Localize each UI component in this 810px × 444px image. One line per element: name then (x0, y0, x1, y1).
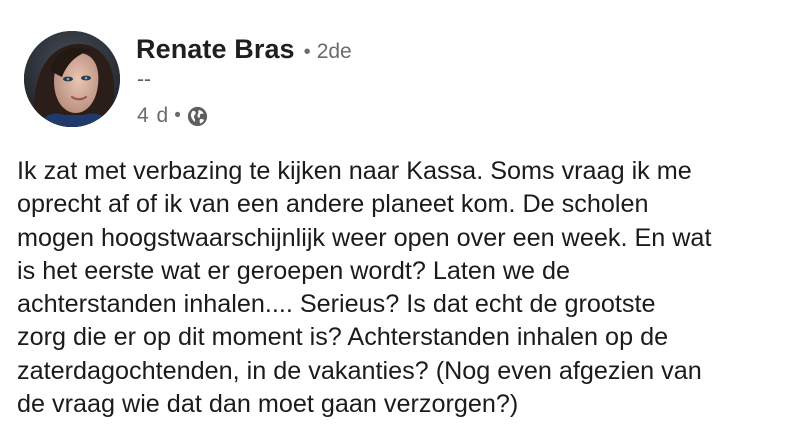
author-name[interactable]: Renate Bras (136, 34, 295, 65)
profile-photo (24, 31, 120, 127)
separator-dot: • (303, 41, 311, 63)
post-timestamp: 4 d (137, 104, 170, 127)
separator-dot: • (174, 105, 181, 126)
post-body: Ik zat met verbazing te kijken naar Kass… (17, 157, 712, 419)
avatar[interactable] (24, 31, 120, 127)
globe-icon (187, 106, 208, 127)
connection-degree: 2de (316, 40, 352, 63)
post-meta: 4 d • (137, 102, 208, 130)
author-headline: -- (137, 68, 151, 91)
feed-post: Renate Bras • 2de -- 4 d • Ik zat met ve… (0, 0, 810, 444)
author-row: Renate Bras • 2de (136, 34, 352, 68)
